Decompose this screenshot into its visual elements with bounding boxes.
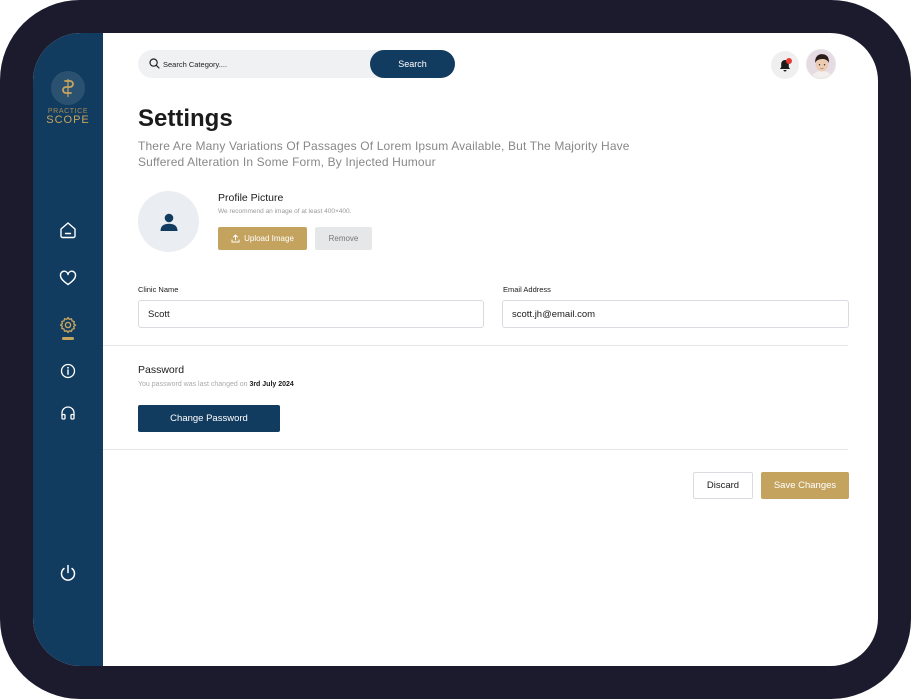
notification-button[interactable] [771, 51, 799, 79]
search-button[interactable]: Search [370, 50, 455, 78]
info-icon [60, 363, 76, 379]
password-hint-text: You password was last changed on [138, 381, 248, 388]
sidebar-item-support[interactable] [58, 403, 78, 423]
avatar-image [807, 50, 835, 78]
clinic-name-label: Clinic Name [138, 285, 179, 294]
brand-line2: SCOPE [46, 114, 90, 126]
logout-button[interactable] [58, 563, 78, 583]
section-divider [103, 345, 848, 346]
device-frame: PRACTICE SCOPE Search Category.... Searc… [0, 0, 911, 699]
password-title: Password [138, 364, 185, 376]
heart-icon [59, 270, 77, 286]
gear-icon [59, 316, 77, 334]
notification-dot [786, 58, 792, 64]
profile-picture-hint: We recommend an image of at least 400×40… [218, 208, 352, 215]
remove-image-button[interactable]: Remove [315, 227, 372, 250]
upload-image-label: Upload Image [244, 234, 294, 243]
clinic-name-field[interactable] [138, 300, 484, 328]
app-screen: PRACTICE SCOPE Search Category.... Searc… [33, 33, 878, 666]
sidebar-item-settings[interactable] [58, 315, 78, 335]
email-label: Email Address [503, 285, 551, 294]
profile-picture-placeholder [138, 191, 199, 252]
password-hint: You password was last changed on 3rd Jul… [138, 381, 294, 388]
search-input[interactable] [163, 50, 363, 78]
active-indicator [62, 337, 74, 340]
power-icon [60, 564, 76, 581]
user-icon [160, 213, 177, 231]
home-icon [60, 222, 76, 239]
section-divider [103, 449, 848, 450]
sidebar-item-info[interactable] [58, 361, 78, 381]
discard-button[interactable]: Discard [693, 472, 753, 499]
sidebar: PRACTICE SCOPE [33, 33, 103, 666]
headphones-icon [61, 406, 75, 420]
change-password-button[interactable]: Change Password [138, 405, 280, 432]
avatar[interactable] [806, 49, 836, 79]
search-bar: Search [138, 50, 455, 78]
brand-logo[interactable]: PRACTICE SCOPE [33, 71, 103, 126]
sidebar-item-home[interactable] [58, 220, 78, 240]
email-field[interactable] [502, 300, 849, 328]
search-icon [149, 58, 160, 69]
sidebar-item-favorites[interactable] [58, 268, 78, 288]
page-subtitle: There Are Many Variations Of Passages Of… [138, 139, 630, 169]
profile-picture-title: Profile Picture [218, 192, 284, 204]
page-title: Settings [138, 105, 233, 132]
upload-image-button[interactable]: Upload Image [218, 227, 307, 250]
upload-icon [231, 234, 240, 243]
save-changes-button[interactable]: Save Changes [761, 472, 849, 499]
logo-icon [51, 71, 85, 105]
password-last-changed: 3rd July 2024 [249, 381, 294, 388]
